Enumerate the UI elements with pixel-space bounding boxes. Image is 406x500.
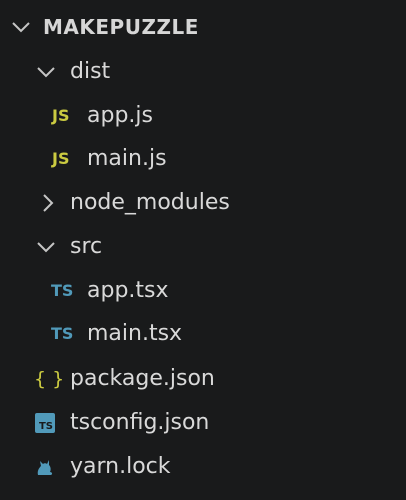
tree-item-label: package.json <box>70 366 215 391</box>
tsconfig-file-icon: TS <box>35 413 55 433</box>
tree-item-label: main.tsx <box>87 321 183 346</box>
explorer-root-label: MAKEPUZZLE <box>43 15 199 39</box>
file-explorer: MAKEPUZZLE dist JS app.js JS main.js nod… <box>0 0 406 500</box>
tree-item-label: tsconfig.json <box>70 410 210 435</box>
json-file-icon: { } <box>34 368 65 390</box>
tree-file-app-tsx[interactable]: TS app.tsx <box>0 269 406 313</box>
explorer-root-makepuzzle[interactable]: MAKEPUZZLE <box>0 5 406 49</box>
tree-folder-dist[interactable]: dist <box>0 50 406 94</box>
tree-folder-src[interactable]: src <box>0 225 406 269</box>
tree-file-package-json[interactable]: { } package.json <box>0 357 406 401</box>
javascript-file-icon: JS <box>52 106 70 125</box>
chevron-down-icon[interactable] <box>35 236 57 258</box>
typescript-file-icon: TS <box>51 281 74 300</box>
tree-folder-node-modules[interactable]: node_modules <box>0 181 406 225</box>
yarn-cat-icon <box>35 457 55 477</box>
chevron-right-icon[interactable] <box>37 192 59 214</box>
tree-item-label: dist <box>70 59 111 84</box>
tree-item-label: app.tsx <box>87 278 169 303</box>
tree-item-label: node_modules <box>70 190 230 215</box>
tree-file-app-js[interactable]: JS app.js <box>0 94 406 138</box>
tree-file-main-js[interactable]: JS main.js <box>0 137 406 181</box>
chevron-down-icon[interactable] <box>35 61 57 83</box>
tree-file-tsconfig-json[interactable]: TS tsconfig.json <box>0 401 406 445</box>
svg-text:TS: TS <box>39 421 53 432</box>
tree-item-label: main.js <box>87 146 167 171</box>
tree-item-label: app.js <box>87 103 153 128</box>
tree-file-yarn-lock[interactable]: yarn.lock <box>0 445 406 489</box>
javascript-file-icon: JS <box>52 149 70 168</box>
tree-file-main-tsx[interactable]: TS main.tsx <box>0 312 406 356</box>
tree-item-label: yarn.lock <box>70 454 171 479</box>
typescript-file-icon: TS <box>51 324 74 343</box>
tree-item-label: src <box>70 234 103 259</box>
chevron-down-icon[interactable] <box>10 16 32 38</box>
